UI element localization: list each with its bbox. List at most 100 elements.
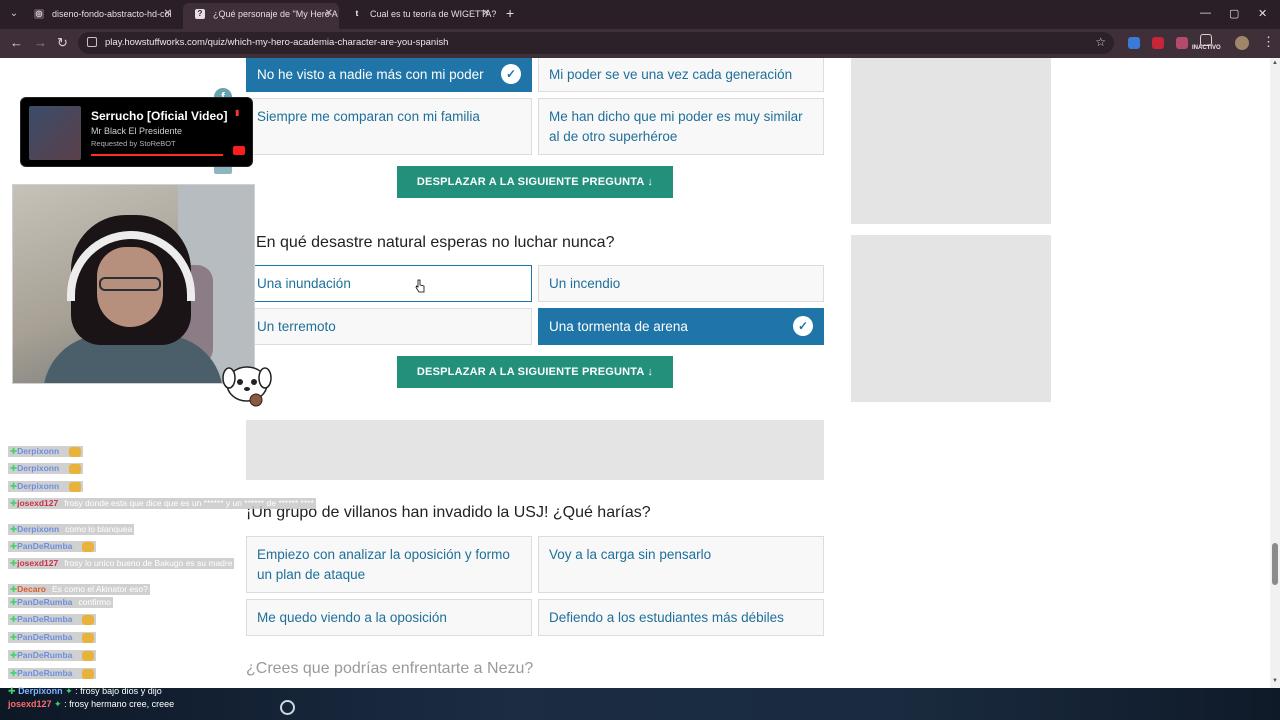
bookmark-star-icon[interactable]: ☆: [1095, 35, 1106, 49]
extension-icon[interactable]: [1128, 37, 1140, 49]
answer-option[interactable]: Una tormenta de arena ✓: [538, 308, 824, 345]
chat-username: josexd127: [17, 558, 59, 568]
address-bar-row: ← → ↻ play.howstuffworks.com/quiz/which-…: [0, 29, 1280, 58]
question-icon: ?: [195, 9, 205, 19]
emote-icon: [69, 463, 82, 474]
answer-option[interactable]: Un terremoto: [246, 308, 532, 345]
tab-title: ¿Qué personaje de "My Hero A: [213, 9, 338, 19]
reload-icon[interactable]: ↻: [57, 35, 68, 51]
check-icon: ✓: [501, 64, 521, 84]
next-question-button[interactable]: DESPLAZAR A LA SIGUIENTE PREGUNTA ↓: [397, 166, 673, 198]
chat-message: : frosy hermano cree, creee: [64, 699, 175, 709]
page-scrollbar[interactable]: ▲ ▼: [1270, 58, 1280, 688]
back-icon[interactable]: ←: [10, 35, 23, 50]
emote-icon: [82, 668, 95, 679]
tab-1[interactable]: ◎ diseno-fondo-abstracto-hd-col ✕: [22, 3, 178, 25]
answer-option[interactable]: No he visto a nadie más con mi poder ✓: [246, 58, 532, 92]
scroll-thumb[interactable]: [1272, 543, 1278, 585]
close-tab-icon[interactable]: ✕: [164, 3, 172, 25]
chat-username: josexd127: [17, 498, 59, 508]
hand-cursor-icon: [415, 279, 425, 293]
answer-option[interactable]: Un incendio: [538, 265, 824, 302]
check-icon: ✓: [793, 316, 813, 336]
obs-icon[interactable]: [280, 700, 295, 715]
extension-icon[interactable]: [1176, 37, 1188, 49]
maximize-icon[interactable]: ▢: [1229, 7, 1239, 20]
emote-icon: [82, 541, 95, 552]
chat-message: Es como el Akinator eso?: [51, 584, 148, 594]
tab-3[interactable]: t Cual es tu teoría de WIGETTA? ✕: [340, 3, 496, 25]
answer-option[interactable]: Me quedo viendo a la oposición: [246, 599, 532, 636]
answer-option[interactable]: Empiezo con analizar la oposición y form…: [246, 536, 532, 593]
new-tab-icon[interactable]: +: [506, 5, 514, 21]
chat-username: PanDeRumba: [17, 668, 73, 678]
chat-username: PanDeRumba: [17, 541, 73, 551]
song-requester: Requested by StoReBOT: [91, 139, 176, 148]
chat-line: ✚PanDeRumba: [8, 650, 97, 661]
chat-username: PanDeRumba: [17, 650, 73, 660]
song-thumbnail: [29, 106, 81, 160]
scroll-up-icon[interactable]: ▲: [1272, 60, 1278, 66]
answer-option[interactable]: Defiendo a los estudiantes más débiles: [538, 599, 824, 636]
now-playing-widget: Serrucho [Oficial Video] Mr Black El Pre…: [20, 97, 253, 167]
answer-label: Defiendo a los estudiantes más débiles: [549, 610, 784, 625]
chat-line: ✚Decaro Es como el Akinator eso?: [8, 584, 150, 595]
chat-message: frosy donde esta que dice que es un ****…: [64, 498, 314, 508]
answer-option[interactable]: Una inundación: [246, 265, 532, 302]
chat-line: ✚PanDeRumba: [8, 541, 97, 552]
next-question-button[interactable]: DESPLAZAR A LA SIGUIENTE PREGUNTA ↓: [397, 356, 673, 388]
chat-line: josexd127 ✦ : frosy hermano cree, creee: [8, 699, 174, 710]
chat-line: ✚PanDeRumba confirmo: [8, 597, 113, 608]
forward-icon[interactable]: →: [34, 35, 47, 50]
close-tab-icon[interactable]: ✕: [325, 3, 333, 25]
url-input[interactable]: play.howstuffworks.com/quiz/which-my-her…: [78, 32, 1114, 54]
site-info-icon[interactable]: [87, 37, 97, 47]
chat-username: Derpixonn: [17, 524, 60, 534]
chat-message: confirmo: [78, 597, 111, 607]
ad-placeholder: [246, 420, 824, 480]
sidebar-ad: [851, 58, 1051, 224]
tab-2[interactable]: ? ¿Qué personaje de "My Hero A ✕: [183, 3, 339, 29]
chat-username: Derpixonn: [17, 481, 60, 491]
chat-message: como lo blanquea: [65, 524, 133, 534]
answer-label: Una tormenta de arena: [549, 319, 688, 334]
chat-username: Derpixonn: [17, 463, 60, 473]
chat-message: : frosy bajo dios y dijo: [75, 686, 162, 696]
minimize-icon[interactable]: —: [1200, 7, 1211, 19]
emote-icon: [69, 481, 82, 492]
answer-label: Una inundación: [257, 276, 351, 291]
chat-line: ✚josexd127 frosy donde esta que dice que …: [8, 498, 316, 509]
emote-icon: [69, 446, 82, 457]
dog-mascot-icon: [222, 366, 272, 407]
chat-line: ✚Derpixonn como lo blanquea: [8, 524, 135, 535]
chat-line: ✚ Derpixonn ✦ : frosy bajo dios y dijo: [8, 686, 162, 697]
chat-username: josexd127: [8, 699, 52, 709]
chat-username: Derpixonn: [18, 686, 63, 696]
answer-option[interactable]: Siempre me comparan con mi familia: [246, 98, 532, 155]
close-window-icon[interactable]: ✕: [1258, 7, 1267, 20]
answer-label: Mi poder se ve una vez cada generación: [549, 67, 793, 82]
answer-option[interactable]: Me han dicho que mi poder es muy similar…: [538, 98, 824, 155]
answer-label: Empiezo con analizar la oposición y form…: [257, 547, 510, 582]
tab-title: Cual es tu teoría de WIGETTA?: [370, 9, 496, 19]
webcam-feed: [12, 184, 255, 384]
answer-label: Un incendio: [549, 276, 621, 291]
youtube-icon: [233, 146, 245, 155]
chat-line: ✚Derpixonn: [8, 481, 84, 492]
answer-option[interactable]: Mi poder se ve una vez cada generación: [538, 58, 824, 92]
equalizer-icon: ▮: [235, 108, 240, 117]
chat-username: PanDeRumba: [17, 632, 73, 642]
answer-option[interactable]: Voy a la carga sin pensarlo: [538, 536, 824, 593]
question-title: En qué desastre natural esperas no lucha…: [256, 234, 615, 251]
scroll-down-icon[interactable]: ▼: [1272, 678, 1278, 684]
emote-icon: [82, 632, 95, 643]
close-tab-icon[interactable]: ✕: [482, 3, 490, 25]
answer-label: Me han dicho que mi poder es muy similar…: [549, 109, 803, 144]
profile-avatar[interactable]: [1235, 36, 1249, 50]
tab-search-icon[interactable]: ⌄: [6, 6, 22, 22]
menu-dots-icon[interactable]: ⋮: [1262, 34, 1275, 50]
taskbar: ✚ Derpixonn ✦ : frosy bajo dios y dijo j…: [0, 686, 1280, 720]
song-artist: Mr Black El Presidente: [91, 126, 183, 136]
tumblr-icon: t: [352, 9, 362, 19]
extension-icon[interactable]: [1152, 37, 1164, 49]
